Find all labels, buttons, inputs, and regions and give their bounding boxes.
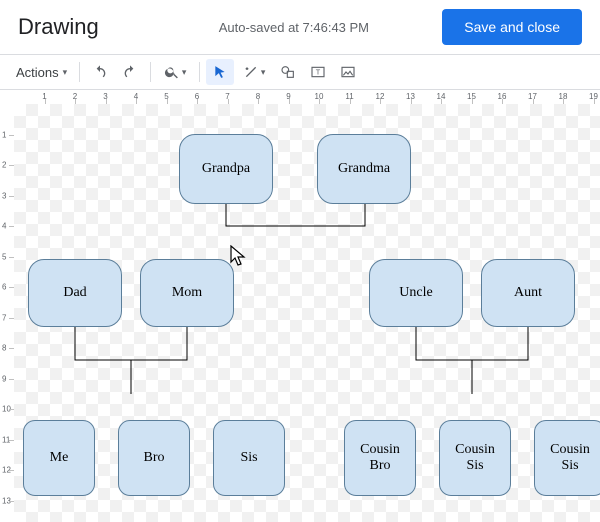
shape-cousin-bro[interactable]: Cousin Bro	[344, 420, 416, 496]
zoom-icon	[164, 64, 180, 80]
shape-sis[interactable]: Sis	[213, 420, 285, 496]
redo-icon	[122, 64, 138, 80]
shape-cousin-sis-2[interactable]: Cousin Sis	[534, 420, 600, 496]
shape-label: Mom	[172, 285, 202, 301]
shape-grandma[interactable]: Grandma	[317, 134, 411, 204]
undo-button[interactable]	[86, 59, 114, 85]
chevron-down-icon: ▾	[261, 67, 266, 78]
dialog-header: Drawing Auto-saved at 7:46:43 PM Save an…	[0, 0, 600, 54]
shapes-layer: Grandpa Grandma Dad Mom Uncle Aunt Me Br…	[14, 104, 600, 522]
save-and-close-button[interactable]: Save and close	[442, 9, 582, 45]
shape-label: Me	[50, 450, 69, 466]
shape-label: Cousin Sis	[550, 442, 590, 474]
chevron-down-icon: ▾	[182, 67, 187, 78]
textbox-icon: T	[310, 64, 326, 80]
shape-uncle[interactable]: Uncle	[369, 259, 463, 327]
image-icon	[340, 64, 356, 80]
shape-label: Uncle	[399, 285, 432, 301]
dialog-title: Drawing	[18, 14, 99, 40]
shape-me[interactable]: Me	[23, 420, 95, 496]
toolbar-separator	[199, 62, 200, 82]
shape-bro[interactable]: Bro	[118, 420, 190, 496]
toolbar-separator	[150, 62, 151, 82]
toolbar-separator	[79, 62, 80, 82]
drawing-stage: 12345678910111213141516171819 1234567891…	[0, 90, 600, 522]
undo-icon	[92, 64, 108, 80]
chevron-down-icon: ▾	[63, 67, 68, 78]
actions-label: Actions	[16, 65, 59, 80]
image-tool[interactable]	[334, 59, 362, 85]
ruler-corner	[0, 90, 15, 105]
drawing-canvas[interactable]: Grandpa Grandma Dad Mom Uncle Aunt Me Br…	[14, 104, 600, 522]
shape-label: Cousin Sis	[455, 442, 495, 474]
shape-aunt[interactable]: Aunt	[481, 259, 575, 327]
shape-cousin-sis-1[interactable]: Cousin Sis	[439, 420, 511, 496]
ruler-horizontal[interactable]: 12345678910111213141516171819	[14, 90, 600, 105]
textbox-tool[interactable]: T	[304, 59, 332, 85]
line-tool[interactable]: ▾	[236, 59, 272, 85]
toolbar: Actions ▾ ▾ ▾ T	[0, 54, 600, 90]
shape-label: Dad	[63, 285, 86, 301]
shape-label: Bro	[144, 450, 165, 466]
shape-grandpa[interactable]: Grandpa	[179, 134, 273, 204]
shape-label: Grandpa	[202, 161, 250, 177]
actions-menu[interactable]: Actions ▾	[10, 59, 73, 85]
redo-button[interactable]	[116, 59, 144, 85]
shape-label: Sis	[240, 450, 257, 466]
shape-label: Cousin Bro	[360, 442, 400, 474]
autosave-status: Auto-saved at 7:46:43 PM	[219, 20, 443, 35]
shape-icon	[280, 64, 296, 80]
svg-text:T: T	[316, 68, 321, 77]
shape-label: Grandma	[338, 161, 390, 177]
shape-tool[interactable]	[274, 59, 302, 85]
shape-dad[interactable]: Dad	[28, 259, 122, 327]
line-icon	[243, 64, 259, 80]
ruler-vertical[interactable]: 12345678910111213	[0, 104, 15, 522]
shape-label: Aunt	[514, 285, 542, 301]
shape-mom[interactable]: Mom	[140, 259, 234, 327]
select-tool[interactable]	[206, 59, 234, 85]
zoom-button[interactable]: ▾	[157, 59, 193, 85]
cursor-icon	[213, 65, 227, 79]
